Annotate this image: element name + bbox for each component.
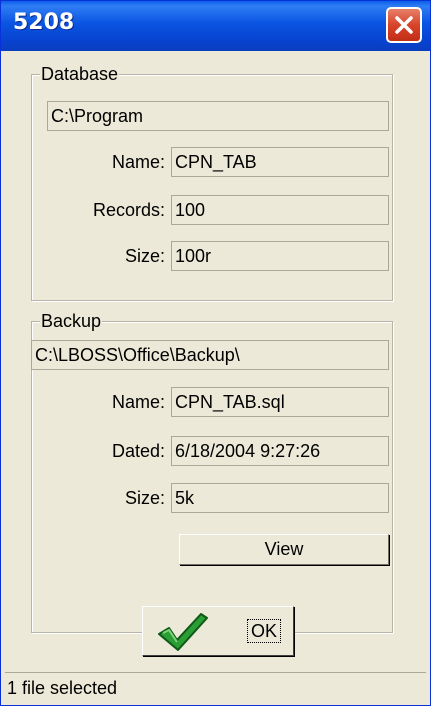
close-icon bbox=[395, 16, 413, 34]
close-button[interactable] bbox=[386, 7, 422, 43]
status-text: 1 file selected bbox=[7, 678, 118, 698]
window-title: 5208 bbox=[13, 10, 75, 35]
database-name-field: CPN_TAB bbox=[171, 147, 389, 177]
backup-group-label: Backup bbox=[40, 311, 103, 331]
checkmark-icon bbox=[158, 613, 208, 651]
backup-dated-field: 6/18/2004 9:27:26 bbox=[171, 436, 389, 466]
database-name-label: Name: bbox=[111, 152, 165, 172]
database-records-field: 100 bbox=[171, 195, 389, 225]
database-path-field: C:\Program bbox=[47, 101, 389, 131]
ok-button-label: OK bbox=[247, 619, 282, 643]
backup-size-label: Size: bbox=[124, 488, 165, 508]
ok-button[interactable]: OK bbox=[142, 606, 294, 656]
database-size-label: Size: bbox=[124, 246, 165, 266]
database-size-field: 100r bbox=[171, 241, 389, 271]
database-records-label: Records: bbox=[92, 200, 165, 220]
backup-path-field: C:\LBOSS\Office\Backup\ bbox=[31, 340, 389, 370]
backup-dated-label: Dated: bbox=[111, 441, 165, 461]
database-group-label: Database bbox=[40, 64, 120, 84]
title-bar[interactable]: 5208 bbox=[1, 1, 430, 51]
backup-name-field: CPN_TAB.sql bbox=[171, 387, 389, 417]
view-button[interactable]: View bbox=[179, 534, 389, 565]
status-bar: 1 file selected bbox=[5, 672, 426, 702]
dialog-body: Database C:\Program Name: CPN_TAB Record… bbox=[5, 51, 426, 702]
backup-size-field: 5k bbox=[171, 483, 389, 513]
dialog-window: 5208 Database C:\Program Name: CPN_TAB R… bbox=[0, 0, 431, 706]
backup-name-label: Name: bbox=[111, 392, 165, 412]
